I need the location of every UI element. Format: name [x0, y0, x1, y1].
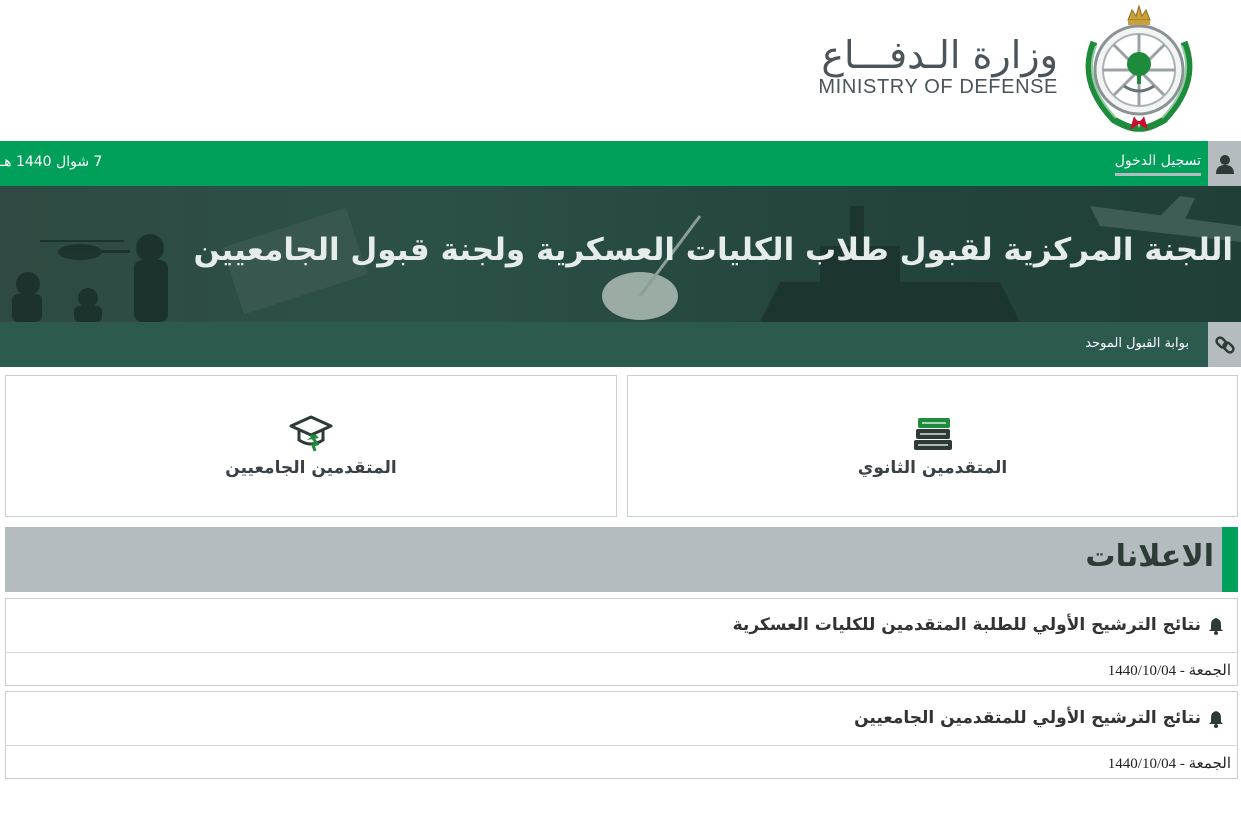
announcement-title-row[interactable]: نتائج الترشيح الأولي للمتقدمين الجامعيين	[6, 692, 1237, 746]
site-header: وزارة الـدفـــاع MINISTRY OF DEFENSE	[0, 0, 1241, 141]
card-label: المتقدمين الثانوي	[857, 458, 1008, 478]
logo-arabic-text: وزارة الـدفـــاع	[821, 33, 1058, 77]
card-label: المتقدمين الجامعيين	[225, 458, 397, 478]
bell-icon	[1209, 711, 1223, 728]
university-applicants-card[interactable]: المتقدمين الجامعيين	[5, 375, 617, 517]
books-icon	[913, 418, 952, 450]
announcement-item: نتائج الترشيح الأولي للطلبة المتقدمين لل…	[5, 598, 1238, 686]
secondary-applicants-card[interactable]: المتقدمين الثانوي	[627, 375, 1238, 517]
announcement-date: الجمعة - 1440/10/04	[1107, 756, 1231, 772]
announcement-link[interactable]: نتائج الترشيح الأولي للطلبة المتقدمين لل…	[733, 615, 1201, 635]
announcement-date: الجمعة - 1440/10/04	[1107, 663, 1231, 679]
link-icon	[1208, 322, 1241, 367]
hijri-date: 7 شوال 1440 هـ	[0, 154, 103, 170]
unified-admission-portal-link[interactable]: بوابة القبول الموحد	[1085, 336, 1189, 351]
banner-title: اللجنة المركزية لقبول طلاب الكليات العسك…	[193, 232, 1233, 268]
header-accent-stripe	[1222, 527, 1238, 592]
announcement-item: نتائج الترشيح الأولي للمتقدمين الجامعيين…	[5, 691, 1238, 779]
user-icon[interactable]	[1208, 141, 1241, 186]
announcements-header: الاعلانات	[5, 527, 1238, 592]
top-bar: تسجيل الدخول 7 شوال 1440 هـ	[0, 141, 1241, 186]
announcements-title: الاعلانات	[1085, 539, 1214, 574]
bell-icon	[1209, 618, 1223, 635]
logo-english-text: MINISTRY OF DEFENSE	[818, 76, 1058, 98]
hero-banner: اللجنة المركزية لقبول طلاب الكليات العسك…	[0, 186, 1241, 322]
announcement-link[interactable]: نتائج الترشيح الأولي للمتقدمين الجامعيين	[854, 708, 1201, 728]
announcement-title-row[interactable]: نتائج الترشيح الأولي للطلبة المتقدمين لل…	[6, 599, 1237, 653]
portal-bar: بوابة القبول الموحد	[0, 322, 1241, 367]
login-link[interactable]: تسجيل الدخول	[1114, 153, 1201, 176]
graduation-cap-icon	[289, 415, 333, 452]
ministry-emblem-icon[interactable]	[1074, 2, 1204, 134]
ministry-logo-text[interactable]: وزارة الـدفـــاع MINISTRY OF DEFENSE	[818, 34, 1058, 98]
